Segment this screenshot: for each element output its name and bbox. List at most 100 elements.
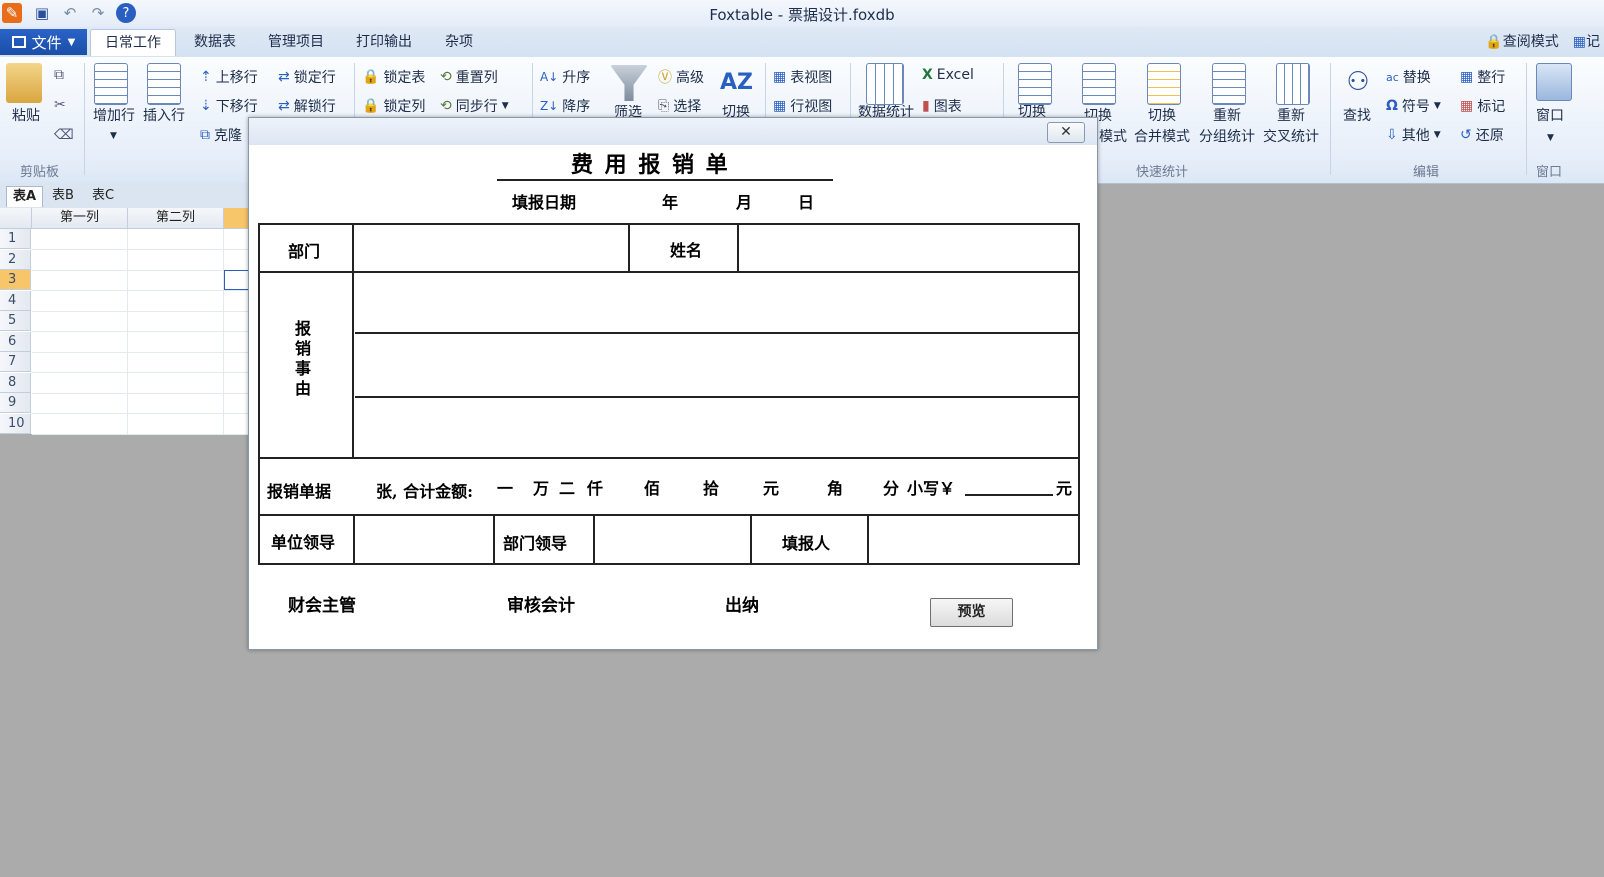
close-button[interactable]: ✕	[1047, 122, 1085, 143]
regroup-l1[interactable]: 重新	[1213, 105, 1241, 125]
window-icon	[1536, 63, 1572, 101]
replace-button[interactable]: ac 替换	[1386, 67, 1431, 87]
file-menu-button[interactable]: 文件 ▼	[0, 29, 87, 55]
row-header[interactable]: 1	[0, 229, 31, 249]
mark-button[interactable]: ▦ 标记	[1460, 96, 1505, 116]
chevron-down-icon[interactable]: ▼	[1547, 133, 1554, 143]
switch-button[interactable]: 切换	[1018, 105, 1046, 117]
lock-icon: 🔒	[1485, 34, 1503, 50]
group-separator	[1526, 63, 1527, 175]
row-header[interactable]: 7	[0, 352, 31, 372]
paste-button[interactable]: 粘贴	[12, 105, 40, 125]
recross-l1[interactable]: 重新	[1277, 105, 1305, 125]
switch-mode-l2[interactable]: 模式	[1099, 126, 1127, 146]
sort-desc-button[interactable]: Z↓ 降序	[540, 96, 590, 116]
sync-row-button[interactable]: ⟲ 同步行 ▼	[440, 96, 509, 116]
chevron-down-icon: ▼	[501, 101, 509, 111]
sort-asc-button[interactable]: A↓ 升序	[540, 67, 590, 87]
replace-icon: ac	[1386, 70, 1399, 84]
clone-button[interactable]: ⧉ 克隆	[200, 125, 242, 145]
dept-leader-field[interactable]	[597, 518, 748, 561]
auditor-label: 审核会计	[507, 596, 575, 616]
move-down-button[interactable]: ⇣ 下移行	[200, 96, 258, 116]
unit-leader-field[interactable]	[357, 518, 491, 561]
excel-button[interactable]: X Excel	[922, 67, 974, 83]
cross-stats-icon	[1276, 63, 1310, 105]
column-header-1[interactable]: 第一列	[32, 208, 128, 229]
sort-desc-icon: Z↓	[540, 99, 559, 113]
amount-unit-yuan: 元	[763, 479, 780, 498]
other-button[interactable]: ⇩ 其他 ▼	[1386, 125, 1441, 145]
switch-sort-button[interactable]: 切换	[722, 105, 750, 117]
dept-field[interactable]	[355, 227, 625, 269]
advanced-button[interactable]: Ⓥ 高级	[658, 67, 704, 87]
eraser-icon[interactable]: ⌫	[54, 127, 74, 143]
table-border-bottom	[258, 563, 1080, 565]
grid-col-line	[223, 229, 224, 434]
find-button[interactable]: 查找	[1343, 105, 1371, 125]
sheet-tabs: 表A 表B 表C	[0, 183, 255, 209]
group-separator	[84, 63, 85, 175]
col-line	[353, 514, 355, 563]
padlock-icon: 🔒	[362, 69, 380, 85]
file-label: 文件	[31, 33, 62, 52]
move-up-button[interactable]: ⇡ 上移行	[200, 67, 258, 87]
row-view-button[interactable]: ▦ 行视图	[773, 96, 832, 116]
chart-button[interactable]: ▮ 图表	[922, 96, 962, 116]
merge-mode-l1[interactable]: 切换	[1148, 105, 1176, 125]
record-button[interactable]: ▦记	[1573, 31, 1600, 51]
row-header[interactable]: 4	[0, 290, 31, 311]
row-header[interactable]: 5	[0, 311, 31, 331]
lock-row-button[interactable]: ⇄ 锁定行	[278, 67, 336, 87]
row-header[interactable]: 10	[0, 413, 31, 434]
mark-label: 标记	[1477, 99, 1506, 115]
column-header-2[interactable]: 第二列	[128, 208, 224, 229]
row-header[interactable]: 2	[0, 249, 31, 270]
grid-row-line	[32, 372, 255, 373]
grid-row-line	[32, 392, 255, 394]
lowercase-amount-field[interactable]	[965, 476, 1053, 496]
name-field[interactable]	[741, 227, 1075, 269]
tab-misc[interactable]: 杂项	[431, 29, 487, 55]
row-header[interactable]: 6	[0, 331, 31, 352]
symbol-button[interactable]: Ω 符号 ▼	[1386, 96, 1441, 116]
sheet-tab-b[interactable]: 表B	[46, 186, 80, 206]
reason-field[interactable]	[355, 275, 1077, 455]
restore-button[interactable]: ↺ 还原	[1460, 125, 1504, 145]
table-view-button[interactable]: ▦ 表视图	[773, 67, 832, 87]
tab-manage-project[interactable]: 管理项目	[254, 29, 338, 55]
row-header[interactable]: 3	[0, 270, 31, 290]
tab-data-table[interactable]: 数据表	[180, 29, 250, 55]
sort-asc-icon: A↓	[540, 70, 559, 84]
row-header[interactable]: 9	[0, 393, 31, 413]
insert-row-button[interactable]: 插入行	[143, 105, 185, 125]
select-button[interactable]: ⎘ 选择	[658, 96, 701, 116]
cut-icon[interactable]: ✂	[54, 97, 66, 113]
window-button[interactable]: 窗口	[1536, 105, 1564, 125]
lock-table-button[interactable]: 🔒 锁定表	[362, 67, 425, 87]
copy-icon[interactable]: ⧉	[54, 67, 64, 83]
reset-col-button[interactable]: ⟲ 重置列	[440, 67, 498, 87]
add-row-button[interactable]: 增加行	[93, 105, 135, 125]
tab-print-output[interactable]: 打印输出	[342, 29, 426, 55]
data-stats-button[interactable]: 数据统计	[858, 105, 914, 117]
grid-row-line	[32, 351, 255, 353]
preview-button[interactable]: 预览	[930, 598, 1013, 627]
sheet-tab-a[interactable]: 表A	[6, 186, 44, 207]
filter-button[interactable]: 筛选	[614, 105, 642, 117]
whole-row-button[interactable]: ▦ 整行	[1460, 67, 1505, 87]
recross-l2[interactable]: 交叉统计	[1263, 126, 1319, 146]
lock-col-button[interactable]: 🔒 锁定列	[362, 96, 425, 116]
unlock-row-button[interactable]: ⇄ 解锁行	[278, 96, 336, 116]
regroup-l2[interactable]: 分组统计	[1199, 126, 1255, 146]
tab-daily-work[interactable]: 日常工作	[90, 29, 176, 56]
filler-field[interactable]	[871, 518, 1076, 561]
amount-unit-wan: 万	[533, 479, 550, 498]
merge-mode-l2[interactable]: 合并模式	[1134, 126, 1190, 146]
row-header[interactable]: 8	[0, 372, 31, 393]
ribbon-tab-row: 文件 ▼ 日常工作 数据表 管理项目 打印输出 杂项 🔒查阅模式 ▦记	[0, 27, 1604, 57]
grid-corner[interactable]	[0, 208, 32, 229]
browse-mode-button[interactable]: 🔒查阅模式	[1485, 31, 1558, 51]
chevron-down-icon[interactable]: ▼	[110, 131, 117, 141]
sheet-tab-c[interactable]: 表C	[86, 186, 120, 206]
